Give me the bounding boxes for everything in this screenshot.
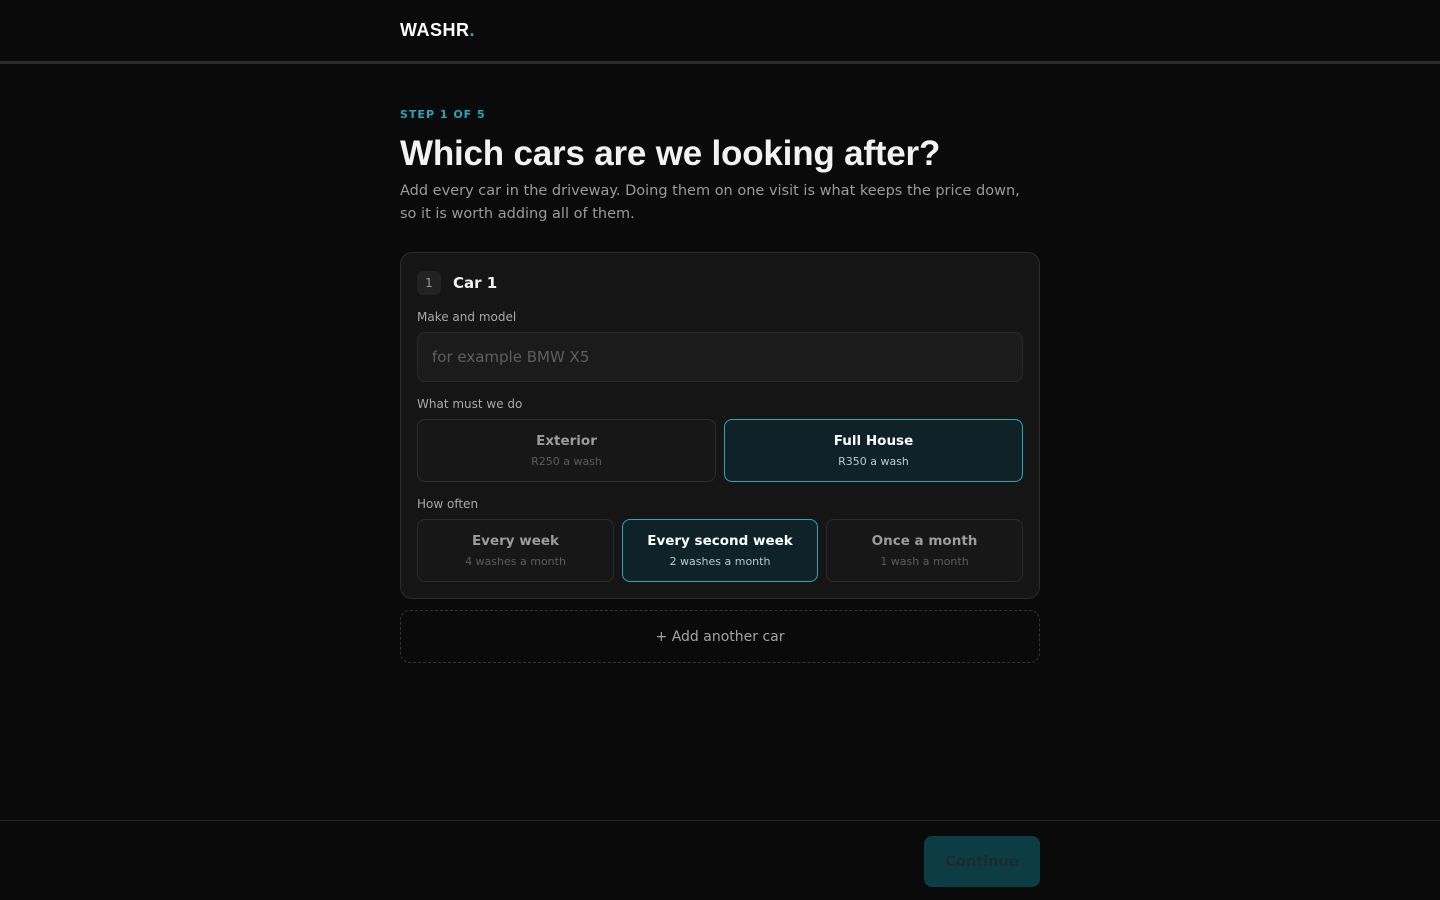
car-header: 1 Car 1: [417, 271, 497, 295]
brand-name: WASHR: [400, 20, 470, 40]
car-card: 1 Car 1 Make and model What must we do E…: [400, 252, 1040, 599]
service-option-price: R250 a wash: [531, 455, 602, 468]
service-option-title: Full House: [833, 433, 914, 449]
page-title: Which cars are we looking after?: [400, 134, 941, 173]
service-option-title: Exterior: [536, 433, 597, 449]
service-option-full-house[interactable]: Full House R350 a wash: [724, 419, 1023, 482]
frequency-option-title: Every second week: [647, 533, 793, 549]
brand-dot: .: [469, 20, 476, 40]
service-label: What must we do: [417, 397, 523, 411]
frequency-option-detail: 4 washes a month: [465, 555, 566, 568]
frequency-option-every-second-week[interactable]: Every second week 2 washes a month: [622, 519, 818, 582]
top-bar: WASHR.: [0, 0, 1440, 64]
car-title: Car 1: [453, 274, 498, 292]
service-option-exterior[interactable]: Exterior R250 a wash: [417, 419, 716, 482]
frequency-option-title: Once a month: [871, 533, 978, 549]
frequency-option-detail: 1 wash a month: [880, 555, 969, 568]
car-number-badge: 1: [417, 271, 441, 295]
add-another-car-button[interactable]: + Add another car: [400, 610, 1040, 663]
frequency-option-every-week[interactable]: Every week 4 washes a month: [417, 519, 614, 582]
step-indicator: STEP 1 OF 5: [400, 108, 486, 121]
make-model-input[interactable]: [417, 332, 1023, 382]
make-model-label: Make and model: [417, 310, 517, 324]
frequency-option-once-a-month[interactable]: Once a month 1 wash a month: [826, 519, 1023, 582]
frequency-option-detail: 2 washes a month: [669, 555, 771, 568]
page-heading: STEP 1 OF 5 Which cars are we looking af…: [400, 108, 1040, 226]
frequency-option-title: Every week: [471, 533, 560, 549]
brand-logo[interactable]: WASHR.: [400, 20, 475, 41]
frequency-label: How often: [417, 497, 479, 511]
continue-button[interactable]: Continue: [924, 836, 1040, 887]
footer-bar: Continue: [0, 820, 1440, 900]
service-option-price: R350 a wash: [838, 455, 909, 468]
page-subtitle: Add every car in the driveway. Doing the…: [400, 183, 1020, 222]
